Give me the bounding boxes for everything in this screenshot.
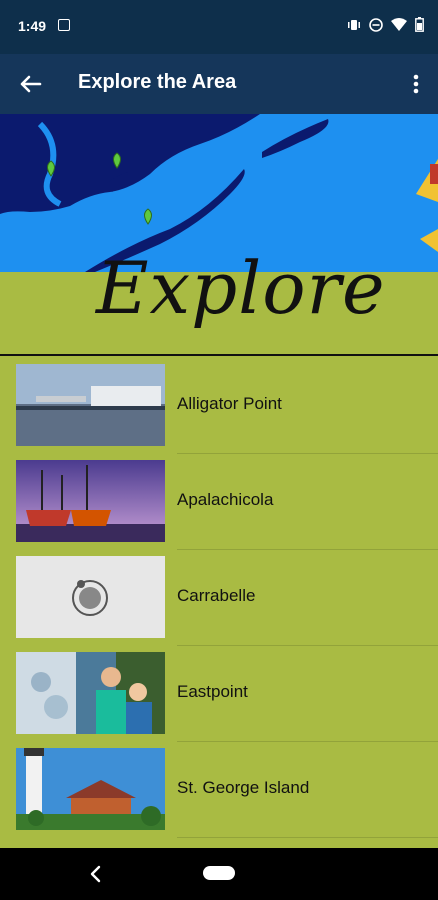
hero-divider bbox=[0, 354, 438, 356]
divider bbox=[177, 837, 438, 838]
location-label: Eastpoint bbox=[177, 682, 248, 701]
list-item-eastpoint[interactable]: Eastpoint bbox=[0, 646, 438, 742]
list-item-st-george-island[interactable]: St. George Island bbox=[0, 742, 438, 838]
status-icons bbox=[347, 17, 424, 37]
nav-back-button[interactable] bbox=[86, 862, 106, 886]
location-thumbnail bbox=[16, 556, 165, 638]
wifi-icon bbox=[391, 17, 407, 37]
list-item-alligator-point[interactable]: Alligator Point bbox=[0, 358, 438, 454]
location-thumbnail bbox=[16, 748, 165, 830]
hero-banner: Explore bbox=[0, 114, 438, 356]
location-label: St. George Island bbox=[177, 778, 310, 797]
back-button[interactable] bbox=[14, 68, 46, 100]
location-thumbnail bbox=[16, 460, 165, 542]
app-bar: Explore the Area bbox=[0, 54, 438, 114]
location-list: Alligator Point Apalachicola Carrabelle … bbox=[0, 358, 438, 848]
nav-home-button[interactable] bbox=[203, 866, 235, 880]
arrow-left-icon bbox=[20, 75, 42, 93]
list-item-apalachicola[interactable]: Apalachicola bbox=[0, 454, 438, 550]
more-options-button[interactable] bbox=[406, 68, 426, 100]
image-icon bbox=[58, 19, 70, 31]
banner-title: Explore bbox=[96, 246, 386, 330]
status-time: 1:49 bbox=[18, 18, 47, 34]
chevron-left-icon bbox=[90, 865, 101, 883]
battery-icon bbox=[415, 17, 424, 37]
more-vert-icon bbox=[413, 74, 419, 94]
location-label: Carrabelle bbox=[177, 586, 256, 605]
location-label: Alligator Point bbox=[177, 394, 282, 413]
status-bar: 1:49 bbox=[0, 0, 438, 54]
location-label: Apalachicola bbox=[177, 490, 274, 509]
location-thumbnail bbox=[16, 652, 165, 734]
list-item-carrabelle[interactable]: Carrabelle bbox=[0, 550, 438, 646]
system-nav-bar bbox=[0, 848, 438, 900]
vibrate-icon bbox=[347, 18, 361, 37]
page-title: Explore the Area bbox=[78, 71, 237, 93]
location-thumbnail bbox=[16, 364, 165, 446]
do-not-disturb-icon bbox=[369, 17, 383, 37]
